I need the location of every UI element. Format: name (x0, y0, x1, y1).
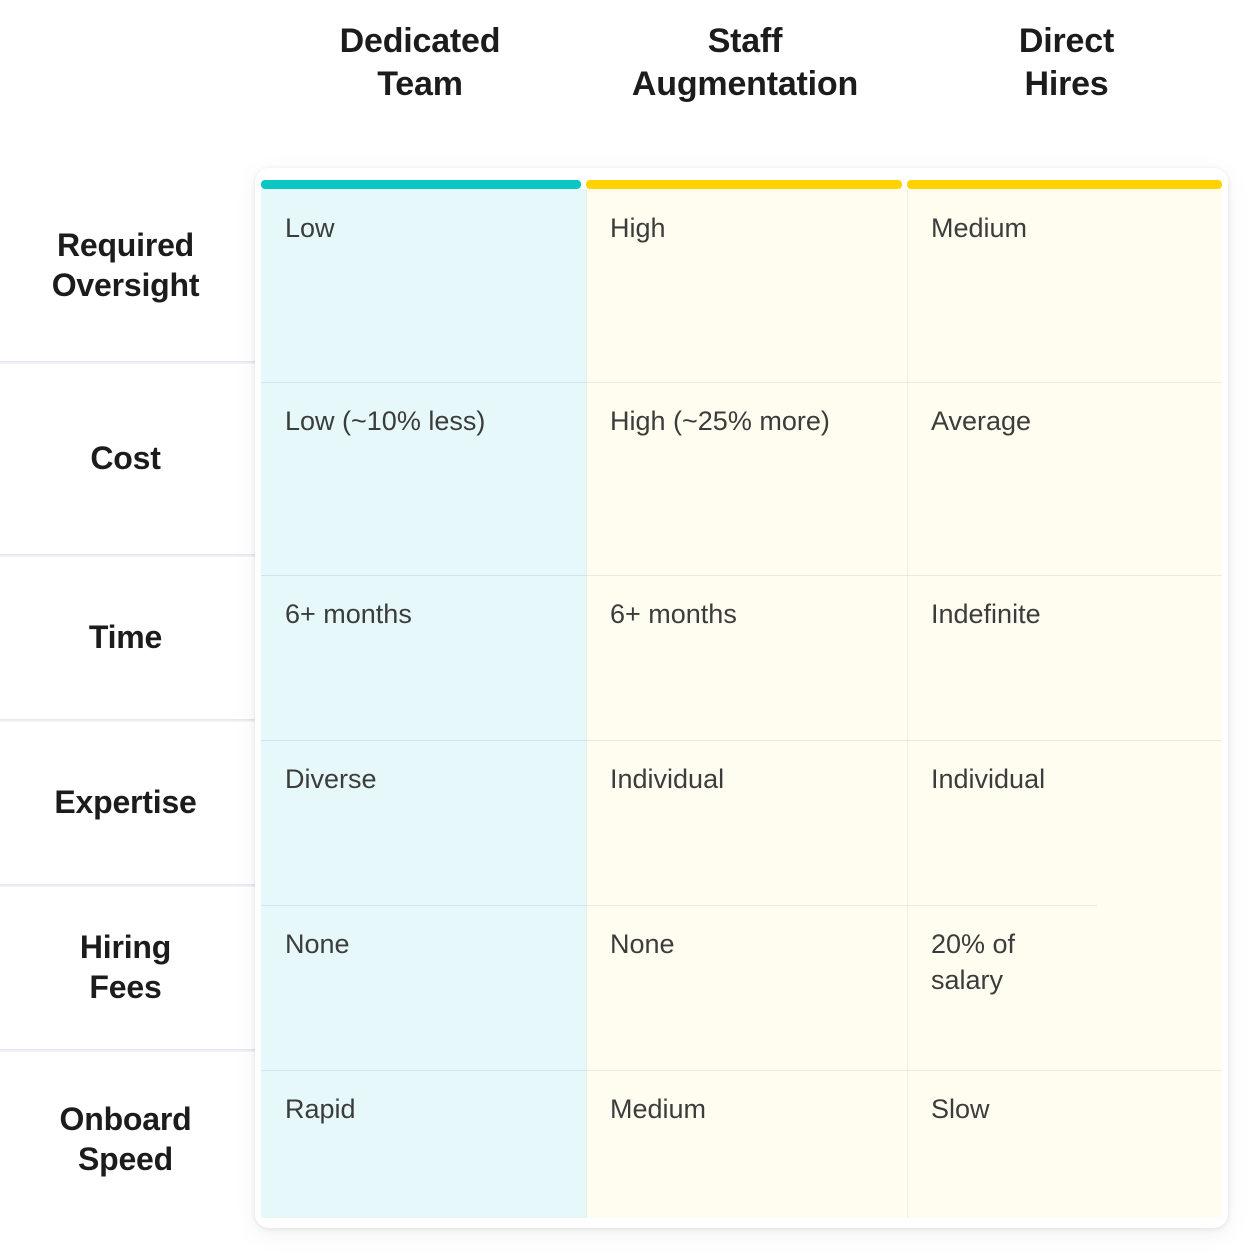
table-cell: Medium (931, 213, 1028, 243)
table-grid-body: Low Low (~10% less) 6+ months Diverse No… (261, 189, 1222, 1218)
row-label-expertise: Expertise (0, 719, 259, 884)
row-label-text: Time (88, 617, 163, 657)
row-label-column: Required Oversight Cost Time Expertise H… (0, 168, 259, 1228)
table-cell: Medium (586, 1070, 907, 1228)
column-header-text: Dedicated Team (340, 20, 501, 106)
table-cell: High (610, 213, 666, 243)
table-column-staff-augmentation: High High (~25% more) 6+ months Individu… (586, 189, 907, 1218)
column-header-direct-hires: Direct Hires (905, 0, 1228, 168)
column-headers: Dedicated Team Staff Augmentation Direct… (255, 0, 1228, 168)
row-label-line1: Expertise (54, 783, 197, 820)
table-cell: 20% of salary (907, 905, 1097, 1070)
row-label-line1: Onboard (59, 1100, 192, 1137)
column-header-line1: Dedicated (339, 22, 501, 60)
row-label-hiring-fees: Hiring Fees (0, 884, 259, 1049)
row-label-text: Onboard Speed (60, 1099, 192, 1179)
table-cell: Individual (907, 740, 1222, 905)
column-header-line1: Direct (1018, 22, 1115, 60)
table-cell: Rapid (261, 1070, 586, 1228)
column-header-text: Staff Augmentation (632, 20, 858, 106)
column-accent-bars (261, 180, 1222, 189)
column-header-staff-augmentation: Staff Augmentation (585, 0, 905, 168)
accent-bar-dedicated-team (261, 180, 581, 189)
row-label-text: Cost (90, 438, 161, 478)
row-label-time: Time (0, 554, 259, 719)
table-cell: None (261, 905, 586, 1070)
table-cell: Low (~10% less) (261, 382, 586, 575)
column-header-line2: Team (377, 64, 463, 103)
row-label-line1: Hiring (79, 928, 172, 965)
accent-bar-staff-augmentation (586, 180, 902, 189)
row-label-line2: Speed (77, 1140, 174, 1177)
table-cell: Indefinite (907, 575, 1222, 740)
row-label-text: Hiring Fees (80, 927, 171, 1007)
row-label-line1: Time (88, 618, 163, 655)
row-label-line1: Cost (90, 439, 161, 476)
comparison-table-page: Dedicated Team Staff Augmentation Direct… (0, 0, 1260, 1260)
table-cell: 6+ months (261, 575, 586, 740)
row-label-text: Required Oversight (52, 225, 200, 305)
table-cell: None (586, 905, 907, 1070)
table-cell: Slow (907, 1070, 1222, 1228)
row-label-line1: Required (56, 226, 195, 263)
table-cell: High (~25% more) (586, 382, 907, 575)
accent-bar-direct-hires (907, 180, 1222, 189)
row-label-line2: Oversight (51, 266, 200, 303)
table-cell: 6+ months (586, 575, 907, 740)
table-column-dedicated-team: Low Low (~10% less) 6+ months Diverse No… (261, 189, 586, 1218)
table-cell: Low (285, 213, 335, 243)
row-label-cost: Cost (0, 361, 259, 554)
comparison-table-card: Low Low (~10% less) 6+ months Diverse No… (255, 168, 1228, 1228)
column-header-line1: Staff (707, 22, 783, 60)
table-cell: Diverse (261, 740, 586, 905)
column-header-line2: Augmentation (631, 64, 859, 103)
column-header-text: Direct Hires (1019, 20, 1114, 106)
row-label-onboard-speed: Onboard Speed (0, 1049, 259, 1228)
column-header-line2: Hires (1024, 64, 1109, 103)
row-label-text: Expertise (54, 782, 196, 822)
table-column-direct-hires: Medium Average Indefinite Individual 20%… (907, 189, 1222, 1218)
row-label-required-oversight: Required Oversight (0, 168, 255, 361)
row-label-line2: Fees (89, 968, 162, 1005)
table-cell: Average (907, 382, 1222, 575)
column-header-dedicated-team: Dedicated Team (255, 0, 585, 168)
table-cell: Individual (586, 740, 907, 905)
